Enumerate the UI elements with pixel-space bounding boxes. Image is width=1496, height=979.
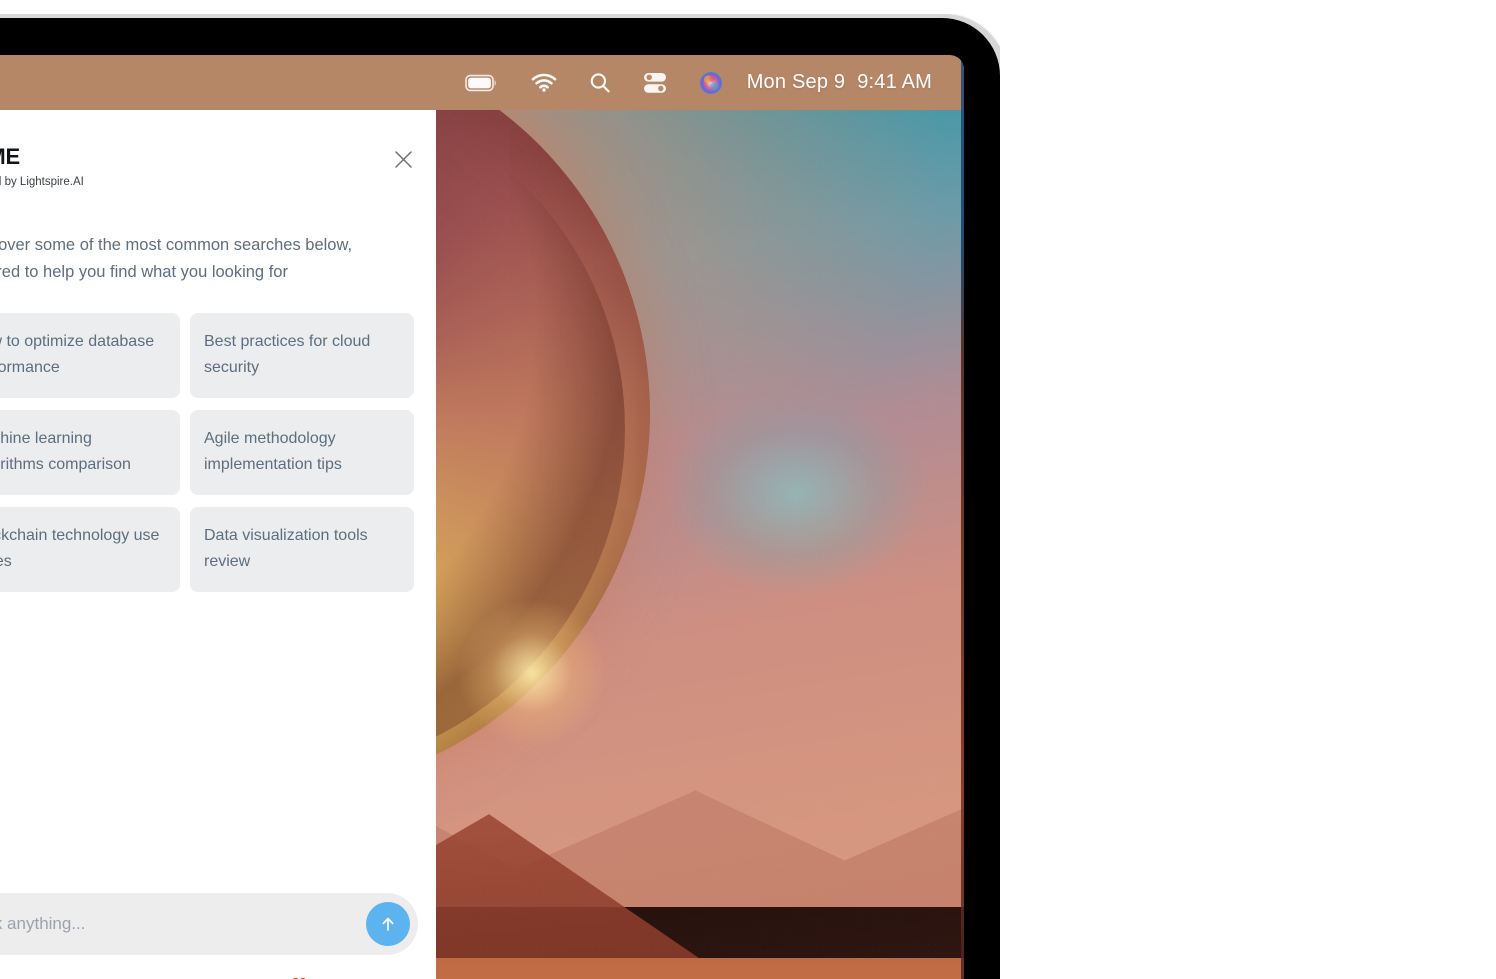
brand-subtitle: Powered by Lightspire.AI <box>0 176 84 188</box>
send-button[interactable] <box>366 901 410 946</box>
panel-footer: Lightspire.AI can make mistakes. Check i… <box>0 955 436 979</box>
wifi-icon[interactable] <box>515 55 573 110</box>
search-input[interactable] <box>0 913 354 934</box>
battery-icon[interactable] <box>449 55 515 110</box>
composer <box>0 892 436 955</box>
screenshot-stage: Home About us Blog ...atform ...ng bette… <box>0 0 1496 979</box>
page-margin-right <box>1000 0 1496 979</box>
suggestion-card[interactable]: How to optimize database performance <box>0 313 180 399</box>
brand-title: ACME <box>0 144 20 169</box>
composer-box[interactable] <box>0 892 418 955</box>
page-margin-top <box>0 0 1496 14</box>
device-screen: Home About us Blog ...atform ...ng bette… <box>0 55 964 979</box>
suggestion-card[interactable]: Data visualization tools review <box>190 507 414 592</box>
panel-header: ACME Powered by Lightspire.AI <box>0 110 436 188</box>
intro-text: Discover some of the most common searche… <box>0 236 353 281</box>
panel-spacer <box>0 592 436 893</box>
suggestion-grid: How to optimize database performance Bes… <box>0 313 414 592</box>
siri-icon[interactable] <box>683 55 739 110</box>
menubar-date: Mon Sep 9 <box>746 71 846 93</box>
menubar-time: 9:41 AM <box>857 71 932 93</box>
suggestion-card[interactable]: Machine learning algorithms comparison <box>0 410 180 496</box>
search-icon[interactable] <box>573 55 627 110</box>
control-center-icon[interactable] <box>627 55 683 110</box>
suggestion-card[interactable]: Best practices for cloud security <box>190 313 414 399</box>
menubar-clock[interactable]: Mon Sep 9 9:41 AM <box>739 71 938 94</box>
chat-panel: ACME Powered by Lightspire.AI Discover s… <box>0 110 436 979</box>
suggestion-card[interactable]: Blockchain technology use cases <box>0 507 180 592</box>
close-icon[interactable] <box>390 146 416 172</box>
suggestion-card[interactable]: Agile methodology implementation tips <box>190 410 414 496</box>
macos-menubar: Mon Sep 9 9:41 AM <box>0 55 964 110</box>
screen-edge-glow <box>961 55 964 979</box>
